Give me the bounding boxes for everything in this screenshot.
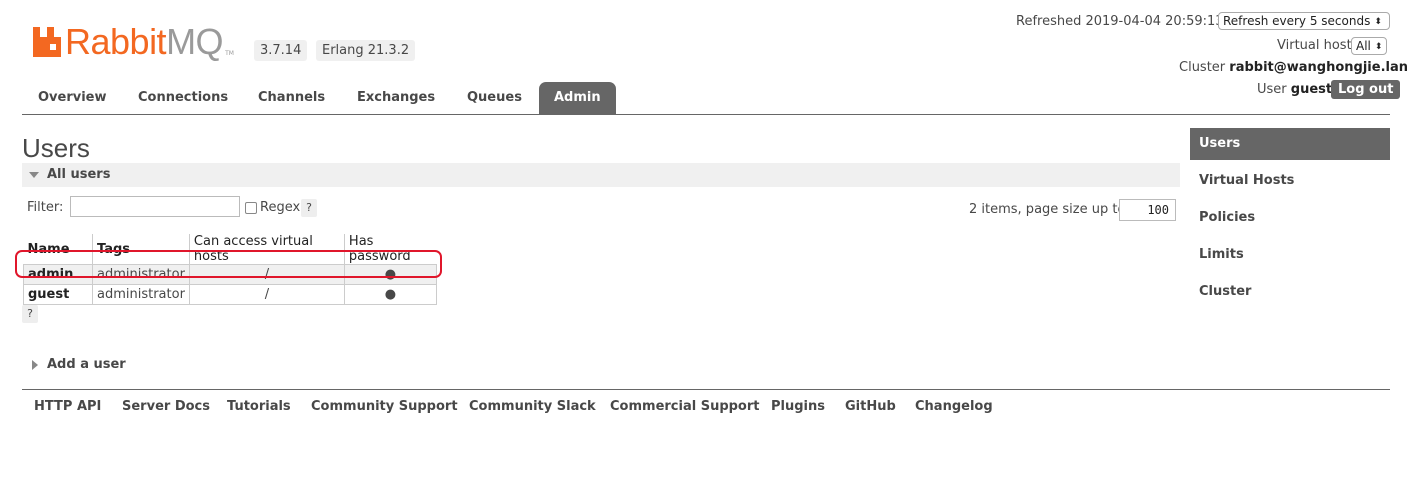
table-row[interactable]: admin administrator / ●	[23, 264, 437, 285]
sidebar-item-virtual-hosts[interactable]: Virtual Hosts	[1190, 165, 1390, 197]
user-name-link[interactable]: guest	[23, 284, 93, 305]
table-help-button[interactable]: ?	[22, 305, 38, 323]
all-users-section-toggle[interactable]: All users	[22, 163, 1180, 187]
erlang-version-badge: Erlang 21.3.2	[316, 40, 416, 61]
user-vhosts: /	[188, 264, 345, 285]
table-row[interactable]: guest administrator / ●	[23, 284, 437, 305]
footer-link-github[interactable]: GitHub	[845, 399, 896, 414]
footer-link-server-docs[interactable]: Server Docs	[122, 399, 210, 414]
footer-link-community-slack[interactable]: Community Slack	[469, 399, 596, 414]
user-vhosts: /	[188, 284, 345, 305]
tab-queues[interactable]: Queues	[451, 82, 538, 114]
table-header-row: Name Tags Can access virtual hosts Has p…	[23, 234, 437, 265]
rabbit-logo-icon	[33, 27, 61, 57]
add-user-label: Add a user	[47, 357, 126, 372]
select-arrows-icon: ⬍	[1374, 16, 1382, 27]
page-title: Users	[22, 133, 90, 163]
filter-help-button[interactable]: ?	[301, 199, 317, 217]
refreshed-timestamp: Refreshed 2019-04-04 20:59:13	[1016, 14, 1224, 29]
col-header-tags[interactable]: Tags	[92, 234, 190, 265]
page-size-input[interactable]: 100	[1119, 199, 1176, 221]
filter-input[interactable]	[70, 196, 240, 217]
footer-link-changelog[interactable]: Changelog	[915, 399, 993, 414]
tab-channels[interactable]: Channels	[242, 82, 341, 114]
rabbitmq-version-badge: 3.7.14	[254, 40, 308, 61]
regex-label: Regex	[260, 200, 301, 215]
select-arrows-icon: ⬍	[1374, 41, 1383, 52]
virtual-host-select[interactable]: All ⬍	[1351, 37, 1388, 55]
logo-wordmark: RabbitMQ	[65, 21, 224, 62]
tab-admin[interactable]: Admin	[539, 82, 616, 114]
collapse-triangle-icon	[29, 172, 39, 178]
users-table: Name Tags Can access virtual hosts Has p…	[23, 234, 437, 305]
footer-link-tutorials[interactable]: Tutorials	[227, 399, 291, 414]
virtual-host-label: Virtual host	[1277, 38, 1352, 53]
expand-triangle-icon	[32, 360, 38, 370]
tab-exchanges[interactable]: Exchanges	[341, 82, 451, 114]
has-password-indicator: ●	[343, 264, 437, 285]
items-count-text: 2 items, page size up to	[969, 202, 1126, 217]
tab-connections[interactable]: Connections	[122, 82, 244, 114]
has-password-indicator: ●	[343, 284, 437, 305]
col-header-name[interactable]: Name	[23, 234, 93, 265]
filter-label: Filter:	[27, 200, 64, 215]
footer-link-plugins[interactable]: Plugins	[771, 399, 825, 414]
cluster-name: rabbit@wanghongjie.lan	[1229, 60, 1409, 75]
footer-link-http-api[interactable]: HTTP API	[34, 399, 101, 414]
footer-link-community-support[interactable]: Community Support	[311, 399, 458, 414]
user-tags: administrator	[92, 284, 190, 305]
user-name-link[interactable]: admin	[23, 264, 93, 285]
footer-divider	[22, 389, 1390, 390]
regex-checkbox[interactable]	[245, 202, 257, 214]
refresh-interval-select[interactable]: Refresh every 5 seconds ⬍	[1218, 12, 1390, 30]
cluster-info: Cluster rabbit@wanghongjie.lan	[1179, 60, 1409, 75]
col-header-password: Has password	[343, 234, 437, 265]
sidebar-item-users[interactable]: Users	[1190, 128, 1390, 160]
rabbitmq-logo: RabbitMQ TM	[33, 21, 234, 62]
section-title: All users	[47, 167, 111, 182]
sidebar-item-limits[interactable]: Limits	[1190, 239, 1390, 271]
main-nav-tabs: Overview Connections Channels Exchanges …	[22, 82, 1390, 115]
user-tags: administrator	[92, 264, 190, 285]
footer-link-commercial-support[interactable]: Commercial Support	[610, 399, 760, 414]
sidebar-item-cluster[interactable]: Cluster	[1190, 276, 1390, 308]
sidebar-item-policies[interactable]: Policies	[1190, 202, 1390, 234]
logo-tm: TM	[225, 50, 234, 57]
col-header-vhosts: Can access virtual hosts	[188, 234, 345, 265]
tab-overview[interactable]: Overview	[22, 82, 123, 114]
